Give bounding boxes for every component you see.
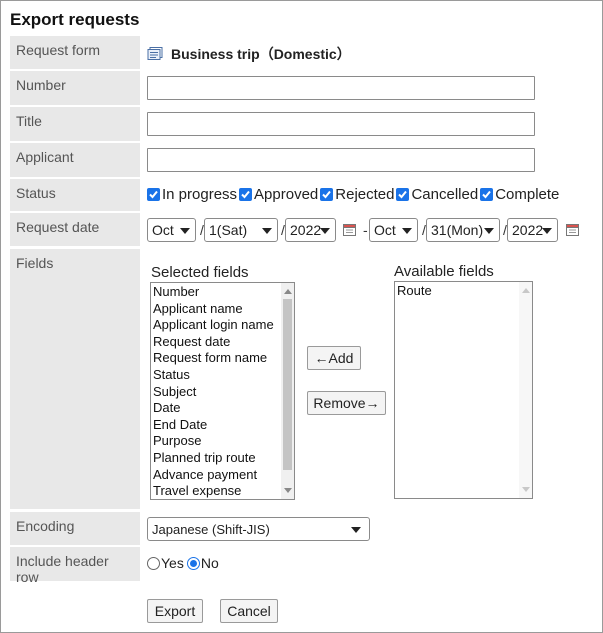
selected-field-option[interactable]: End Date — [151, 417, 294, 434]
label-encoding: Encoding — [10, 512, 140, 545]
select-value: 2022 — [290, 222, 322, 238]
calendar-icon[interactable] — [343, 223, 356, 236]
selected-field-option[interactable]: Planned trip route — [151, 450, 294, 467]
label-status: Status — [10, 179, 140, 211]
scrollbar-thumb[interactable] — [283, 299, 292, 470]
date-from-month-select[interactable]: Oct — [147, 218, 196, 242]
checkbox-checked-icon — [147, 188, 160, 201]
selected-fields-title: Selected fields — [151, 264, 249, 281]
export-button[interactable]: Export — [147, 599, 203, 623]
label-request-date: Request date — [10, 213, 140, 246]
scroll-up-icon[interactable] — [522, 288, 530, 293]
date-to-day-select[interactable]: 31(Mon) — [426, 218, 500, 242]
status-complete-checkbox[interactable]: Complete — [480, 186, 559, 203]
label-applicant: Applicant — [10, 143, 140, 177]
status-label: Approved — [254, 186, 319, 203]
date-from-day-select[interactable]: 1(Sat) — [204, 218, 278, 242]
number-input[interactable] — [147, 76, 535, 100]
selected-field-option[interactable]: Advance payment — [151, 467, 294, 484]
header-row-radios: Yes No — [147, 555, 219, 571]
radio-unchecked-icon — [147, 557, 160, 570]
radio-label: No — [200, 555, 219, 571]
available-fields-title: Available fields — [394, 263, 494, 280]
select-value: Oct — [152, 222, 174, 238]
selected-field-option[interactable]: Travel expense — [151, 483, 294, 499]
chevron-down-icon — [484, 228, 494, 234]
selected-field-option[interactable]: Status — [151, 367, 294, 384]
export-dialog: Export requests Request form Number Titl… — [0, 0, 603, 633]
selected-field-option[interactable]: Subject — [151, 384, 294, 401]
applicant-input[interactable] — [147, 148, 535, 172]
status-rejected-checkbox[interactable]: Rejected — [320, 186, 394, 203]
select-value: Japanese (Shift-JIS) — [152, 522, 270, 537]
chevron-down-icon — [320, 228, 330, 234]
date-from-year-select[interactable]: 2022 — [285, 218, 336, 242]
date-to-year-select[interactable]: 2022 — [507, 218, 558, 242]
status-label: Cancelled — [411, 186, 479, 203]
selected-field-option[interactable]: Number — [151, 284, 294, 301]
available-fields-list[interactable]: Route — [394, 281, 533, 499]
status-label: Rejected — [335, 186, 395, 203]
chevron-down-icon — [262, 228, 272, 234]
page-title: Export requests — [10, 10, 140, 29]
scrollbar[interactable] — [281, 283, 294, 499]
selected-field-option[interactable]: Request form name — [151, 350, 294, 367]
status-label: Complete — [495, 186, 560, 203]
date-range-separator: - — [363, 222, 368, 238]
label-include-header-row: Include header row — [10, 547, 140, 585]
scroll-down-icon[interactable] — [522, 487, 530, 492]
selected-field-option[interactable]: Applicant name — [151, 301, 294, 318]
status-checkboxes: In progress Approved Rejected Cancelled … — [147, 186, 559, 203]
scroll-up-icon[interactable] — [284, 289, 292, 294]
request-form-name: Business trip（Domestic） — [171, 46, 351, 62]
checkbox-checked-icon — [239, 188, 253, 201]
chevron-down-icon — [180, 228, 190, 234]
chevron-down-icon — [351, 527, 361, 533]
select-value: 31(Mon) — [431, 222, 484, 238]
label-request-form: Request form — [10, 36, 140, 69]
checkbox-checked-icon — [480, 188, 494, 201]
remove-button[interactable]: Remove→ — [307, 391, 386, 415]
radio-label: Yes — [161, 555, 184, 571]
header-row-yes-radio[interactable]: Yes — [147, 555, 184, 571]
selected-field-option[interactable]: Purpose — [151, 433, 294, 450]
checkbox-checked-icon — [320, 188, 334, 201]
cancel-button[interactable]: Cancel — [220, 599, 278, 623]
chevron-down-icon — [402, 228, 412, 234]
selected-fields-list[interactable]: Number Applicant name Applicant login name… — [150, 282, 295, 500]
scrollbar[interactable] — [519, 282, 532, 498]
title-input[interactable] — [147, 112, 535, 136]
radio-checked-icon — [186, 557, 200, 570]
select-value: 1(Sat) — [209, 222, 248, 238]
scroll-down-icon[interactable] — [284, 488, 292, 493]
selected-field-option[interactable]: Applicant login name — [151, 317, 294, 334]
selected-field-option[interactable]: Request date — [151, 334, 294, 351]
label-number: Number — [10, 71, 140, 105]
selected-field-option[interactable]: Date — [151, 400, 294, 417]
available-field-option[interactable]: Route — [395, 283, 532, 300]
header-row-no-radio[interactable]: No — [186, 555, 219, 571]
encoding-select[interactable]: Japanese (Shift-JIS) — [147, 517, 370, 541]
request-form-value: Business trip（Domestic） — [147, 44, 351, 64]
date-to-month-select[interactable]: Oct — [369, 218, 418, 242]
calendar-icon[interactable] — [566, 223, 579, 236]
label-fields: Fields — [10, 249, 140, 509]
status-approved-checkbox[interactable]: Approved — [239, 186, 318, 203]
status-label: In progress — [162, 186, 238, 203]
label-title: Title — [10, 107, 140, 141]
chevron-down-icon — [542, 228, 552, 234]
status-cancelled-checkbox[interactable]: Cancelled — [396, 186, 478, 203]
checkbox-checked-icon — [396, 188, 410, 201]
select-value: 2022 — [512, 222, 544, 238]
request-form-icon — [147, 47, 163, 61]
status-in-progress-checkbox[interactable]: In progress — [147, 186, 237, 203]
select-value: Oct — [374, 222, 396, 238]
add-button[interactable]: ←Add — [307, 346, 361, 370]
